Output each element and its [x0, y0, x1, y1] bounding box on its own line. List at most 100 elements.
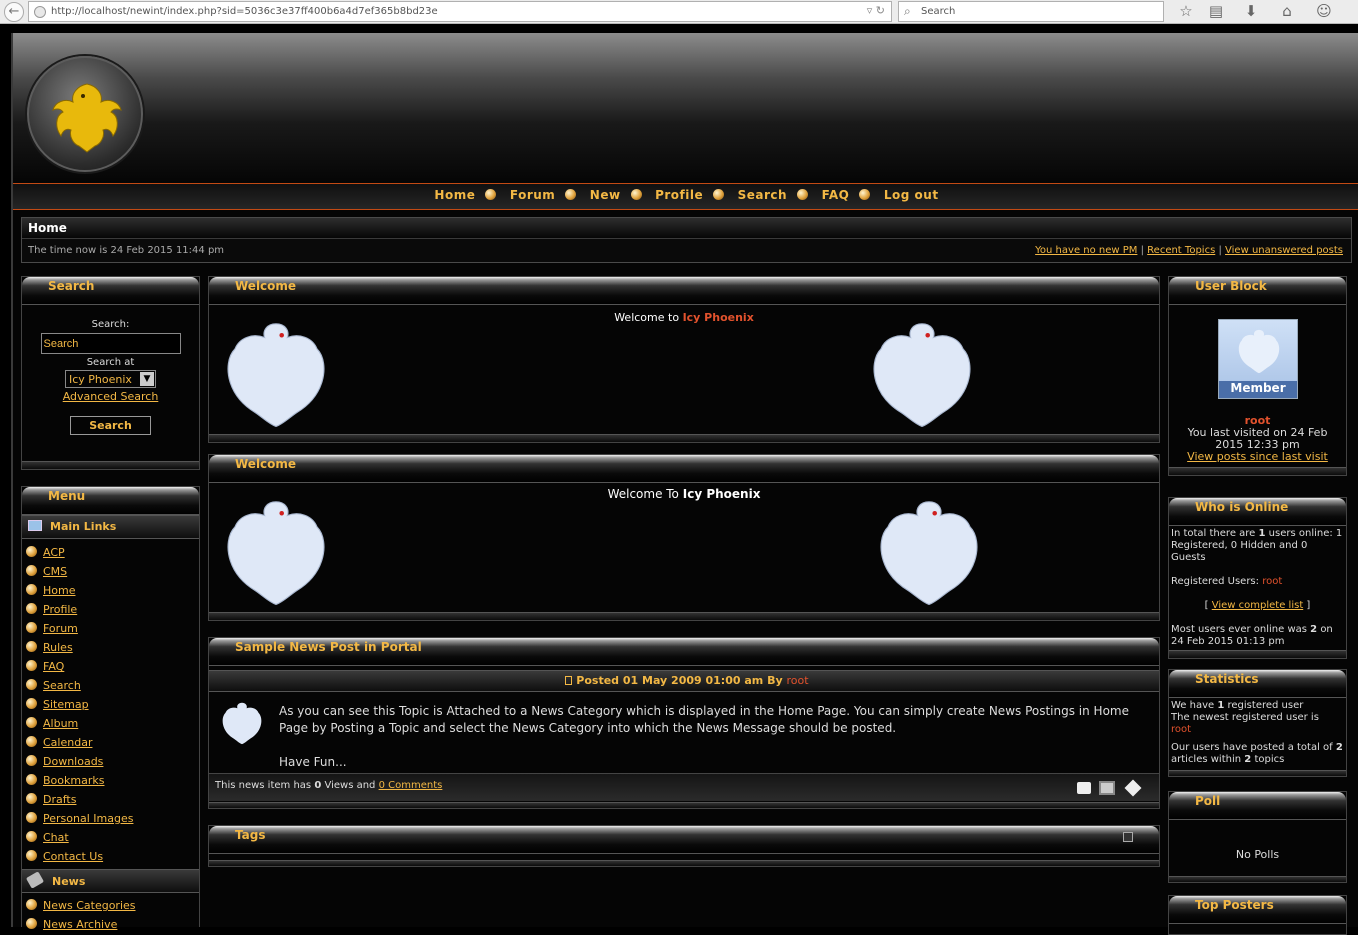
author-avatar: [222, 702, 262, 745]
news-block: Sample News Post in Portal Posted 01 May…: [208, 637, 1160, 809]
nav-forum[interactable]: Forum: [510, 188, 555, 202]
current-time: The time now is 24 Feb 2015 11:44 pm: [28, 245, 225, 256]
nav-faq[interactable]: FAQ: [822, 188, 850, 202]
new-pm-link[interactable]: You have no new PM: [1035, 245, 1137, 256]
nav-search[interactable]: Search: [738, 188, 787, 202]
nav-profile[interactable]: Profile: [655, 188, 703, 202]
nav-new[interactable]: New: [590, 188, 621, 202]
address-bar[interactable]: http://localhost/newint/index.php?sid=50…: [28, 1, 892, 22]
unanswered-posts-link[interactable]: View unanswered posts: [1225, 245, 1343, 256]
search-block: Search Search: Search at Icy Phoenix ▼ A…: [21, 276, 200, 470]
view-posts-link[interactable]: View posts since last visit: [1187, 450, 1328, 463]
nav-dot-icon: [630, 189, 642, 200]
address-text: http://localhost/newint/index.php?sid=50…: [51, 6, 438, 17]
news-posted-bar: Posted 01 May 2009 01:00 am By root: [209, 670, 1159, 692]
phoenix-icon: [227, 323, 325, 428]
menu-item-home: Home: [22, 581, 199, 600]
news-author[interactable]: root: [786, 674, 808, 687]
nav-home[interactable]: Home: [434, 188, 475, 202]
site-header: [13, 33, 1358, 183]
comments-link[interactable]: 0 Comments: [379, 780, 443, 791]
menu-item-news-categories: News Categories: [22, 896, 199, 915]
poll-block: Poll No Polls: [1168, 791, 1347, 883]
browser-toolbar: ← http://localhost/newint/index.php?sid=…: [0, 0, 1358, 24]
tags-block: Tags: [208, 825, 1160, 867]
statistics-title: Statistics: [1169, 670, 1346, 698]
main-links-list: ACP CMS Home Profile Forum Rules FAQ Sea…: [22, 539, 199, 866]
menu-item-album: Album: [22, 714, 199, 733]
tags-title: Tags: [209, 826, 1159, 854]
menu-item-chat: Chat: [22, 828, 199, 847]
avatar-rank: Member: [1219, 381, 1297, 398]
globe-icon: [34, 6, 46, 18]
browser-search-input[interactable]: ⌕ Search: [898, 1, 1164, 22]
dropdown-arrow-icon: ▼: [140, 372, 154, 386]
menu-item-sitemap: Sitemap: [22, 695, 199, 714]
back-icon[interactable]: ←: [4, 2, 24, 22]
news-header: News: [22, 869, 199, 893]
reload-icon[interactable]: ▿ ↻: [867, 4, 885, 17]
search-at-label: Search at: [86, 357, 135, 368]
welcome-block-2: Welcome Welcome To Icy Phoenix: [208, 454, 1160, 621]
menu-item-cms: CMS: [22, 562, 199, 581]
menu-item-faq: FAQ: [22, 657, 199, 676]
news-links-list: News Categories News Archive: [22, 893, 199, 934]
user-info: root You last visited on 24 Feb 2015 12:…: [1169, 415, 1346, 463]
search-label: Search:: [91, 319, 130, 330]
search-input[interactable]: [40, 333, 181, 354]
quick-links: You have no new PM | Recent Topics | Vie…: [1035, 245, 1343, 256]
menu-item-calendar: Calendar: [22, 733, 199, 752]
phoenix-icon: [227, 501, 325, 606]
who-online-title: Who is Online: [1169, 498, 1346, 526]
download-icon[interactable]: ⬇: [1240, 1, 1262, 21]
poll-title: Poll: [1169, 792, 1346, 820]
main-links-header: Main Links: [22, 515, 199, 539]
menu-item-profile: Profile: [22, 600, 199, 619]
user-block-title: User Block: [1169, 277, 1346, 305]
news-body: As you can see this Topic is Attached to…: [279, 704, 1129, 769]
advanced-search-link[interactable]: Advanced Search: [63, 390, 159, 403]
avatar[interactable]: Member: [1218, 319, 1298, 399]
statistics-body: We have 1 registered user The newest reg…: [1171, 700, 1344, 765]
newest-user[interactable]: root: [1171, 724, 1344, 736]
search-block-title: Search: [22, 277, 199, 305]
phoenix-logo-icon: [52, 83, 122, 153]
recent-topics-link[interactable]: Recent Topics: [1147, 245, 1215, 256]
who-online-block: Who is Online In total there are 1 users…: [1168, 497, 1347, 659]
breadcrumb: Home The time now is 24 Feb 2015 11:44 p…: [21, 217, 1352, 263]
nav-dot-icon: [797, 189, 809, 200]
phoenix-icon: [1238, 329, 1280, 374]
print-icon[interactable]: [1099, 781, 1115, 795]
main-nav: Home Forum New Profile Search FAQ Log ou…: [13, 183, 1358, 210]
welcome-block-1: Welcome Welcome to Icy Phoenix: [208, 276, 1160, 443]
top-posters-block: Top Posters: [1168, 895, 1347, 935]
nav-dot-icon: [485, 189, 497, 200]
menu-item-drafts: Drafts: [22, 790, 199, 809]
menu-item-news-archive: News Archive: [22, 915, 199, 934]
top-posters-title: Top Posters: [1169, 896, 1346, 924]
page: Home Forum New Profile Search FAQ Log ou…: [11, 33, 1358, 935]
site-logo[interactable]: [27, 56, 143, 172]
nav-dot-icon: [859, 189, 871, 200]
post-icon: [565, 676, 573, 685]
user-block: User Block Member root You last visited …: [1168, 276, 1347, 476]
home-icon[interactable]: ⌂: [1276, 1, 1298, 21]
online-user[interactable]: root: [1262, 576, 1282, 587]
statistics-block: Statistics We have 1 registered user The…: [1168, 669, 1347, 777]
reading-list-icon[interactable]: ▤: [1205, 1, 1227, 21]
nav-logout[interactable]: Log out: [884, 188, 939, 202]
collapse-icon[interactable]: [1123, 832, 1133, 842]
chat-icon[interactable]: ☺: [1313, 1, 1335, 21]
search-at-select[interactable]: Icy Phoenix ▼: [65, 370, 156, 388]
news-title: Sample News Post in Portal: [209, 638, 1159, 666]
menu-item-search: Search: [22, 676, 199, 695]
comment-icon[interactable]: [1077, 782, 1091, 794]
search-button[interactable]: Search: [70, 416, 151, 435]
who-online-body: In total there are 1 users online: 1 Reg…: [1171, 528, 1343, 647]
nav-dot-icon: [713, 189, 725, 200]
magnifier-icon: ⌕: [904, 4, 911, 18]
complete-list-link[interactable]: View complete list: [1212, 600, 1303, 611]
tag-icon[interactable]: [1124, 779, 1142, 797]
tag-icon: [25, 871, 45, 889]
bookmark-star-icon[interactable]: ☆: [1175, 1, 1197, 21]
